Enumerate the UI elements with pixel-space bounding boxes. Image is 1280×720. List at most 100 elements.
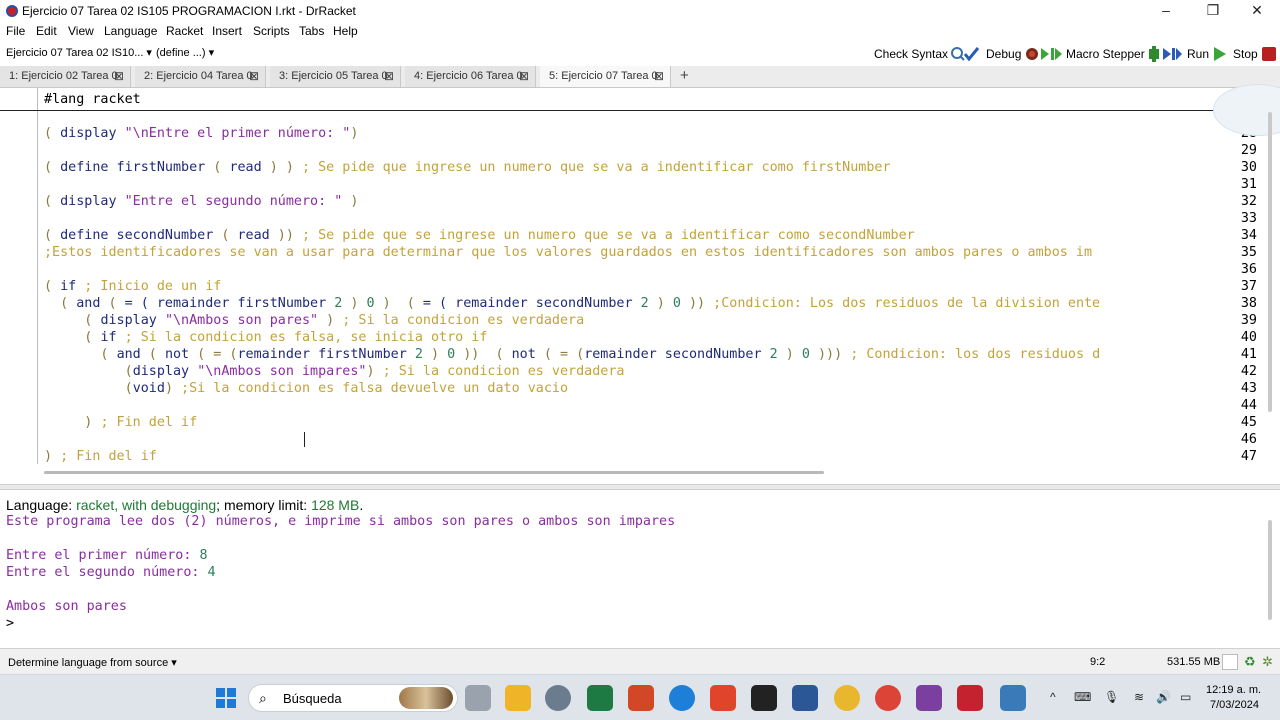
windows-taskbar: ⌕ Búsqueda ^ ⌨ 🎙 ≋ 🔊 ▭ 12:19 a. m. 7/03/…: [0, 674, 1280, 720]
line-number: 45: [1240, 415, 1257, 430]
stop-label: Stop: [1233, 47, 1258, 61]
tab-3[interactable]: 3: Ejercicio 05 Tarea 0 ⊠: [270, 66, 401, 87]
menu-racket[interactable]: Racket: [166, 24, 203, 38]
window-title: Ejercicio 07 Tarea 02 IS105 PROGRAMACION…: [22, 4, 356, 18]
drracket-logo-icon: [6, 5, 18, 17]
tray-chevron-icon[interactable]: ^: [1050, 690, 1056, 704]
prompt-second-line: Entre el segundo número: 4: [6, 565, 216, 580]
tab-label: 1: Ejercicio 02 Tarea 0: [9, 70, 118, 82]
definitions-editor[interactable]: 1 27 28 29 30 31 32 33 34 35 36 37 38 39…: [0, 88, 1265, 464]
tab-close-icon[interactable]: ⊠: [114, 69, 124, 83]
file-dropdown[interactable]: Ejercicio 07 Tarea 02 IS10... ▾: [6, 46, 152, 59]
editor-horizontal-scrollbar[interactable]: [44, 471, 824, 474]
memory-usage: 531.55 MB: [1167, 656, 1221, 668]
file-explorer-icon[interactable]: [505, 685, 531, 711]
repl-prompt[interactable]: >: [6, 616, 14, 631]
debug-button[interactable]: Debug: [986, 45, 1063, 63]
macro-stepper-label: Macro Stepper: [1066, 47, 1145, 61]
keyboard-icon[interactable]: ⌨: [1074, 690, 1091, 704]
code-line-30: ( define firstNumber ( read ) ) ; Se pid…: [44, 160, 891, 175]
tab-label: 2: Ejercicio 04 Tarea 0: [144, 70, 253, 82]
program-intro-output: Este programa lee dos (2) números, e imp…: [6, 514, 676, 529]
macro-stepper-button[interactable]: Macro Stepper: [1066, 45, 1182, 63]
powerpoint-icon[interactable]: [628, 685, 654, 711]
search-icon: ⌕: [259, 690, 267, 706]
tree-icon: ✲: [1262, 654, 1273, 669]
define-dropdown[interactable]: (define ...) ▾: [156, 46, 214, 59]
tab-bar: 1: Ejercicio 02 Tarea 0 ⊠ 2: Ejercicio 04…: [0, 66, 1280, 88]
excel-icon[interactable]: [587, 685, 613, 711]
stop-button[interactable]: Stop: [1233, 45, 1279, 63]
fold-divider: [0, 110, 1265, 111]
settings-icon[interactable]: [545, 685, 571, 711]
code-line-32: ( display "Entre el segundo número: " ): [44, 194, 359, 209]
line-number: 32: [1240, 194, 1257, 209]
word-icon[interactable]: [792, 685, 818, 711]
editor-vertical-scrollbar[interactable]: [1268, 112, 1272, 412]
edge-icon[interactable]: [669, 685, 695, 711]
menu-file[interactable]: File: [6, 24, 25, 38]
line-number: 34: [1240, 228, 1257, 243]
tab-label: 3: Ejercicio 05 Tarea 0: [279, 70, 388, 82]
photos-icon[interactable]: [1000, 685, 1026, 711]
interactions-scrollbar[interactable]: [1268, 520, 1272, 620]
menu-insert[interactable]: Insert: [212, 24, 242, 38]
close-button[interactable]: ✕: [1234, 0, 1280, 22]
battery-icon[interactable]: ▭: [1180, 690, 1191, 704]
wifi-icon[interactable]: ≋: [1134, 690, 1144, 704]
check-syntax-button[interactable]: Check Syntax: [874, 45, 980, 63]
code-line-38: ( and ( = ( remainder firstNumber 2 ) 0 …: [44, 296, 1101, 311]
language-info: Language: racket, with debugging; memory…: [6, 497, 364, 513]
tab-5[interactable]: 5: Ejercicio 07 Tarea 0 ⊠: [540, 66, 671, 87]
status-bar: Determine language from source ▾ 9:2 531…: [0, 648, 1280, 674]
gc-indicator-icon: [1222, 654, 1238, 670]
menu-view[interactable]: View: [68, 24, 94, 38]
title-bar: Ejercicio 07 Tarea 02 IS105 PROGRAMACION…: [0, 0, 1280, 22]
windows-start-icon[interactable]: [213, 685, 239, 711]
chrome-icon[interactable]: [834, 685, 860, 711]
toolbar: Ejercicio 07 Tarea 02 IS10... ▾ (define …: [0, 40, 1280, 66]
code-line-47: ) ; Fin del if: [44, 449, 157, 464]
tab-close-icon[interactable]: ⊠: [249, 69, 259, 83]
result-output: Ambos son pares: [6, 599, 127, 614]
tab-close-icon[interactable]: ⊠: [654, 69, 664, 83]
menu-language[interactable]: Language: [104, 24, 157, 38]
taskbar-search[interactable]: ⌕ Búsqueda: [248, 684, 458, 712]
clock-date[interactable]: 7/03/2024: [1210, 699, 1259, 711]
line-number: 29: [1240, 143, 1257, 158]
wps-icon[interactable]: [710, 685, 736, 711]
tab-4[interactable]: 4: Ejercicio 06 Tarea 0 ⊠: [405, 66, 536, 87]
tab-2[interactable]: 2: Ejercicio 04 Tarea 0 ⊠: [135, 66, 266, 87]
code-line-40: ( if ; Si la condicion es falsa, se inic…: [44, 330, 488, 345]
menu-scripts[interactable]: Scripts: [253, 24, 290, 38]
interactions-pane[interactable]: Language: racket, with debugging; memory…: [0, 490, 1265, 648]
clock-time[interactable]: 12:19 a. m.: [1206, 684, 1261, 696]
language-selector[interactable]: Determine language from source ▾: [8, 656, 177, 669]
menu-edit[interactable]: Edit: [36, 24, 57, 38]
recycle-icon: ♻: [1244, 654, 1256, 669]
epic-games-icon[interactable]: [751, 685, 777, 711]
code-line-42: (display "\nAmbos son impares") ; Si la …: [44, 364, 625, 379]
run-button[interactable]: Run: [1187, 45, 1230, 63]
volume-icon[interactable]: 🔊: [1156, 690, 1171, 704]
run-icon: [1212, 46, 1230, 62]
maximize-button[interactable]: ❐: [1190, 0, 1236, 22]
chrome-profile-icon[interactable]: [875, 685, 901, 711]
task-view-icon[interactable]: [465, 685, 491, 711]
menu-tabs[interactable]: Tabs: [299, 24, 324, 38]
user-input-second: 4: [207, 565, 216, 580]
code-line-37: ( if ; Inicio de un if: [44, 279, 222, 294]
search-label: Búsqueda: [283, 691, 342, 706]
line-number: 35: [1240, 245, 1257, 260]
tab-1[interactable]: 1: Ejercicio 02 Tarea 0 ⊠: [0, 66, 131, 87]
tab-close-icon[interactable]: ⊠: [384, 69, 394, 83]
bug-play-icon: [1024, 46, 1063, 62]
drracket-taskbar-icon[interactable]: [957, 685, 983, 711]
add-tab-button[interactable]: +: [680, 67, 689, 84]
code-line-45: ) ; Fin del if: [44, 415, 198, 430]
screen-recorder-icon[interactable]: [916, 685, 942, 711]
microphone-icon[interactable]: 🎙: [1104, 690, 1119, 704]
minimize-button[interactable]: –: [1143, 0, 1189, 22]
menu-help[interactable]: Help: [333, 24, 358, 38]
tab-close-icon[interactable]: ⊠: [519, 69, 529, 83]
